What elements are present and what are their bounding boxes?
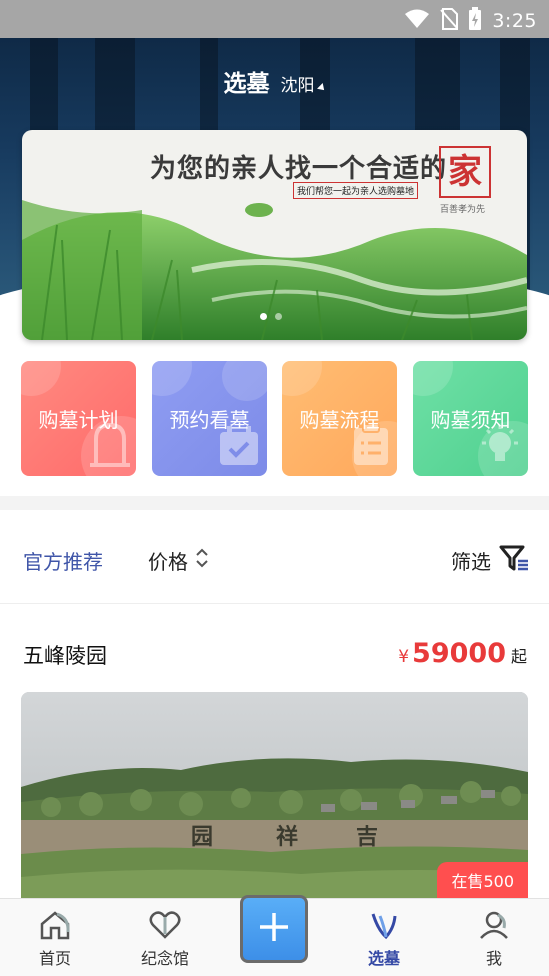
on-sale-badge: 在售500	[437, 862, 528, 898]
cemetery-photo[interactable]: 园 祥 吉 在售500	[21, 692, 528, 898]
tab-home[interactable]: 首页	[0, 899, 110, 976]
banner-tagline: 百善孝为先	[440, 205, 486, 215]
banner-seal: 家	[439, 146, 491, 198]
carousel-dots	[260, 313, 282, 320]
select-grave-icon	[368, 909, 400, 941]
status-bar: 3:25	[0, 0, 549, 38]
tab-select-grave[interactable]: 选墓	[329, 899, 439, 976]
price-suffix: 起	[510, 647, 527, 666]
page-title: 选墓 沈阳	[0, 64, 549, 98]
bottom-tab-bar: 首页 纪念馆 选墓 我	[0, 895, 549, 976]
tab-me[interactable]: 我	[439, 899, 549, 976]
battery-charging-icon	[468, 7, 482, 35]
tab-memorial[interactable]: 纪念馆	[110, 899, 220, 976]
filter-screen-button[interactable]: 筛选	[451, 544, 529, 577]
cemetery-price: ¥ 59000 起	[398, 638, 527, 669]
svg-text:祥: 祥	[276, 824, 298, 850]
purchase-process-button[interactable]: 购墓流程	[282, 361, 397, 476]
sort-arrows-icon	[196, 547, 208, 574]
banner-headline: 为您的亲人找一个合适的	[150, 154, 448, 184]
tab-select-grave-label: 选墓	[367, 949, 400, 968]
purchase-process-label: 购墓流程	[299, 408, 380, 432]
purchase-notice-button[interactable]: 购墓须知	[413, 361, 528, 476]
filter-price-label: 价格	[148, 550, 188, 574]
funnel-icon	[499, 544, 529, 577]
book-visit-button[interactable]: 预约看墓	[152, 361, 267, 476]
svg-text:园: 园	[191, 824, 213, 850]
carousel-dot[interactable]	[275, 313, 282, 320]
purchase-notice-label: 购墓须知	[430, 408, 511, 432]
svg-text:吉: 吉	[356, 824, 378, 850]
clock-time: 3:25	[492, 10, 537, 32]
filter-price[interactable]: 价格	[148, 546, 208, 575]
filter-bar: 官方推荐 价格 筛选	[0, 510, 549, 604]
tab-memorial-label: 纪念馆	[140, 949, 189, 968]
add-button[interactable]	[240, 895, 308, 963]
heart-icon	[149, 909, 181, 941]
cemetery-name[interactable]: 五峰陵园	[23, 640, 107, 670]
section-divider	[0, 496, 549, 510]
purchase-plan-button[interactable]: 购墓计划	[21, 361, 136, 476]
user-icon	[478, 909, 510, 941]
city-selector[interactable]: 沈阳	[281, 76, 315, 96]
tab-home-label: 首页	[38, 949, 71, 968]
carousel-dot-active[interactable]	[260, 313, 267, 320]
no-sim-icon	[440, 8, 459, 34]
tab-me-label: 我	[485, 949, 502, 968]
home-icon	[39, 909, 71, 941]
book-visit-label: 预约看墓	[169, 408, 250, 432]
plus-icon	[257, 910, 291, 948]
promo-banner[interactable]: 为您的亲人找一个合适的 我们帮您一起为亲人选购墓地 家 百善孝为先	[22, 130, 527, 340]
filter-screen-label: 筛选	[451, 550, 491, 574]
purchase-plan-label: 购墓计划	[38, 408, 119, 432]
page-title-text: 选墓	[223, 71, 270, 97]
caret-down-icon[interactable]	[316, 83, 327, 93]
wifi-icon	[404, 9, 430, 33]
banner-subtitle: 我们帮您一起为亲人选购墓地	[293, 182, 419, 199]
currency-symbol: ¥	[398, 647, 410, 667]
filter-official-recommend[interactable]: 官方推荐	[23, 546, 103, 575]
price-value: 59000	[412, 638, 506, 669]
